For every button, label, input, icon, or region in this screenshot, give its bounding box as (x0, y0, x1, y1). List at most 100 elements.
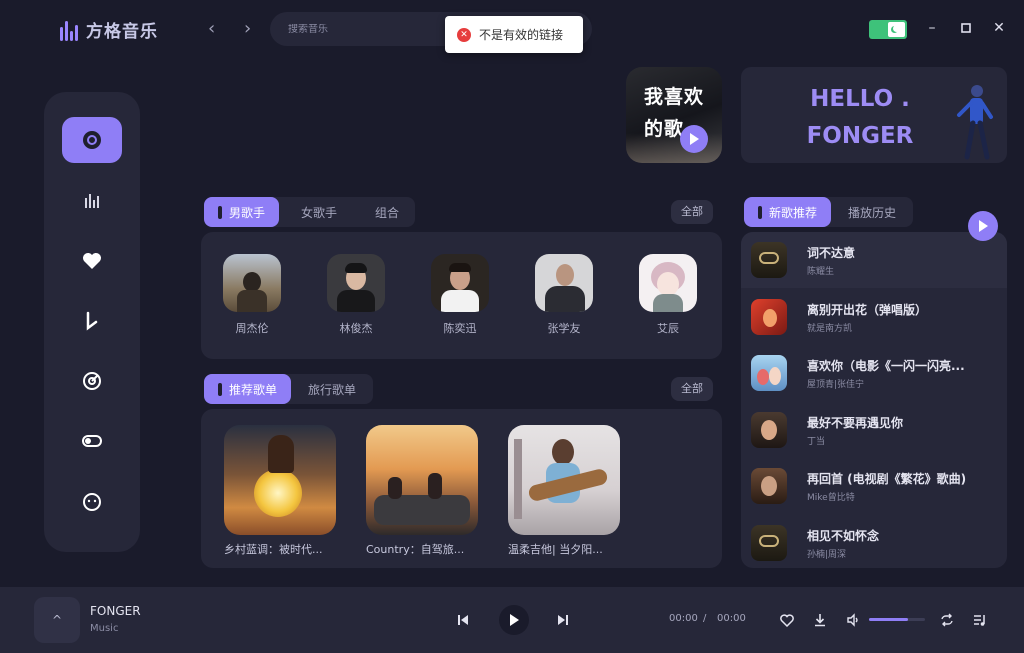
list-item[interactable]: 再回首 (电视剧《繁花》歌曲) Mike曾比特 (741, 458, 1007, 514)
time-separator: / (703, 613, 707, 624)
app-title: 方格音乐 (86, 22, 158, 42)
playlist-card[interactable]: Country：自驾旅... (366, 425, 478, 557)
playlist-queue-button[interactable] (972, 612, 988, 628)
previous-icon (458, 615, 468, 625)
forward-arrow-icon[interactable]: › (244, 18, 251, 39)
list-item[interactable]: 离别开出花（弹唱版） 就是南方凯 (741, 289, 1007, 345)
song-thumb (751, 412, 787, 448)
playlists-all-button[interactable]: 全部 (671, 377, 713, 401)
sidebar-item-disc[interactable] (62, 117, 122, 163)
artists-all-button[interactable]: 全部 (671, 200, 713, 224)
heart-icon (83, 253, 101, 269)
toggle-icon (82, 435, 102, 447)
play-pause-button[interactable] (499, 605, 529, 635)
download-icon (86, 311, 98, 331)
previous-button[interactable] (456, 613, 470, 627)
song-title: 喜欢你（电影《一闪一闪亮... (807, 358, 965, 373)
volume-fill (869, 618, 909, 621)
playlist-title: Country：自驾旅... (366, 543, 465, 556)
artist-card[interactable]: 陈奕迅 (420, 254, 500, 336)
expand-player-button[interactable]: ^ (34, 597, 80, 643)
song-artist: 陈耀生 (807, 266, 835, 277)
list-item[interactable]: 相见不如怀念 孙楠|周深 (741, 515, 1007, 568)
tab-travel-playlists[interactable]: 旅行歌单 (291, 374, 373, 404)
sidebar-item-face[interactable] (62, 479, 122, 525)
hello-text: HELLO . FONGER (805, 81, 915, 155)
list-item[interactable]: 喜欢你（电影《一闪一闪亮... 屋顶青|张佳宁 (741, 345, 1007, 401)
now-playing-title: FONGER (90, 604, 141, 618)
artist-card[interactable]: 林俊杰 (316, 254, 396, 336)
tab-groups[interactable]: 组合 (359, 197, 415, 227)
artist-card[interactable]: 张学友 (524, 254, 604, 336)
playlist-card[interactable]: 乡村蓝调：被时代... (224, 425, 336, 557)
volume-icon (847, 613, 858, 627)
artist-name: 周杰伦 (235, 322, 269, 335)
song-thumb (751, 299, 787, 335)
list-item[interactable]: 最好不要再遇见你 丁当 (741, 402, 1007, 458)
download-icon (815, 614, 825, 627)
sidebar-item-download[interactable] (62, 298, 122, 344)
close-icon[interactable]: ✕ (989, 18, 1009, 38)
song-thumb (751, 355, 787, 391)
playlist-cover (508, 425, 620, 535)
sidebar-item-chart[interactable] (62, 177, 122, 223)
song-title: 词不达意 (807, 245, 856, 260)
favorites-play-button[interactable] (680, 125, 708, 153)
playlist-title: 温柔吉他| 当夕阳... (508, 543, 603, 556)
song-title: 相见不如怀念 (807, 528, 880, 543)
song-title: 离别开出花（弹唱版） (807, 302, 928, 317)
sidebar-item-toggle[interactable] (62, 418, 122, 464)
playlist-card[interactable]: 温柔吉他| 当夕阳... (508, 425, 620, 557)
list-item[interactable]: 词不达意 陈耀生 (741, 232, 1007, 288)
artist-card[interactable]: 周杰伦 (212, 254, 292, 336)
artist-name: 陈奕迅 (443, 322, 477, 335)
song-thumb (751, 468, 787, 504)
error-toast: ✕ 不是有效的链接 (445, 16, 583, 53)
volume-slider[interactable] (869, 618, 925, 621)
error-icon: ✕ (457, 27, 471, 42)
download-button[interactable] (812, 612, 828, 628)
song-title: 再回首 (电视剧《繁花》歌曲) (807, 471, 967, 486)
radar-icon (83, 372, 101, 390)
playlist-panel: 乡村蓝调：被时代... Country：自驾旅... 温柔吉他| 当夕阳... (201, 409, 722, 568)
sidebar-item-favorites[interactable] (62, 238, 122, 284)
hello-card: HELLO . FONGER (741, 67, 1007, 163)
like-button[interactable] (779, 612, 795, 628)
hello-line-1: HELLO . (810, 86, 910, 112)
song-artist: Mike曾比特 (807, 492, 855, 503)
tab-play-history[interactable]: 播放历史 (831, 197, 913, 227)
artist-tabs: 男歌手 女歌手 组合 (204, 197, 416, 227)
disc-icon (83, 131, 101, 149)
artist-card[interactable]: 艾辰 (628, 254, 708, 336)
repeat-button[interactable] (939, 612, 955, 628)
next-icon (558, 615, 568, 625)
tab-recommended-playlists[interactable]: 推荐歌单 (204, 374, 292, 404)
song-thumb (751, 525, 787, 561)
theme-toggle[interactable] (869, 20, 907, 39)
player-bar: ^ FONGER Music 00:00 / 00:00 (0, 587, 1024, 653)
song-artist: 就是南方凯 (807, 323, 853, 334)
song-artist: 丁当 (807, 436, 826, 447)
artist-panel: 周杰伦 林俊杰 陈奕迅 张学友 艾辰 (201, 232, 722, 359)
song-list: 词不达意 陈耀生 离别开出花（弹唱版） 就是南方凯 喜欢你（电影《一闪一闪亮..… (741, 232, 1007, 568)
volume-button[interactable] (845, 612, 861, 628)
person-illustration (957, 85, 993, 160)
sidebar-item-radar[interactable] (62, 358, 122, 404)
back-arrow-icon[interactable]: ‹ (208, 18, 215, 39)
artist-name: 林俊杰 (339, 322, 373, 335)
avatar (223, 254, 281, 312)
tab-male-singers[interactable]: 男歌手 (204, 197, 280, 227)
next-button[interactable] (556, 613, 570, 627)
favorites-card[interactable]: 我喜欢的歌 (626, 67, 722, 163)
play-all-button[interactable] (968, 211, 998, 241)
tab-new-songs[interactable]: 新歌推荐 (744, 197, 832, 227)
song-tabs: 新歌推荐 播放历史 (744, 197, 914, 227)
minimize-icon[interactable]: – (922, 18, 942, 38)
artist-name: 张学友 (547, 322, 581, 335)
playlist-cover (224, 425, 336, 535)
tab-female-singers[interactable]: 女歌手 (279, 197, 359, 227)
maximize-icon[interactable] (956, 18, 976, 38)
avatar (639, 254, 697, 312)
sidebar (44, 92, 140, 552)
moon-icon (888, 22, 905, 37)
